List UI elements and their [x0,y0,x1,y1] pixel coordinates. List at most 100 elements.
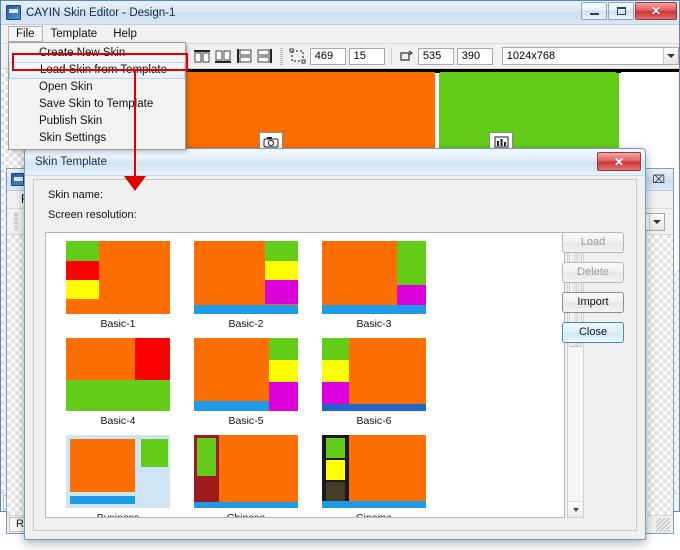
template-thumbnail[interactable] [194,338,298,411]
template-region [268,338,298,360]
file-menu-item-4[interactable]: Publish Skin [9,113,185,130]
annotation-leader-line [134,71,136,177]
scroll-down-button[interactable] [568,501,583,517]
template-item[interactable]: Basic-1 [56,241,180,330]
template-thumbnail[interactable] [322,241,426,314]
template-thumbnail[interactable] [66,338,170,411]
template-region [268,381,298,411]
file-menu-item-5[interactable]: Skin Settings [9,130,185,147]
close-button[interactable]: Close [562,322,624,343]
template-region [140,439,168,468]
template-region [396,284,426,306]
load-button: Load [562,232,624,253]
template-thumbnail[interactable] [66,435,170,508]
background-window-right-icon[interactable]: ⌧ [652,173,665,186]
template-region [264,280,298,304]
template-thumbnail[interactable] [66,241,170,314]
close-icon: ✕ [613,154,625,169]
template-region [194,305,298,314]
import-button[interactable]: Import [562,292,624,313]
file-menu-item-3[interactable]: Save Skin to Template [9,96,185,113]
template-region [264,241,298,261]
size-icon[interactable] [289,46,306,66]
window-title: CAYIN Skin Editor - Design-1 [26,6,176,19]
template-region [194,400,269,411]
template-region [197,437,216,476]
menu-template[interactable]: Template [43,26,106,42]
file-menu-item-0[interactable]: Create New Skin [9,45,185,62]
align-top-icon[interactable] [193,46,211,66]
template-region [66,279,100,300]
template-label: Chinese [226,512,266,518]
template-thumbnail[interactable] [194,435,298,508]
template-region [322,403,426,411]
dialog-title: Skin Template [35,156,108,168]
chevron-down-icon[interactable] [663,48,678,64]
close-button[interactable]: ✕ [635,2,677,20]
align-left-icon[interactable] [235,46,253,66]
template-label: Basic-1 [100,318,136,330]
align-right-icon[interactable] [256,46,274,66]
skin-template-dialog: Skin Template ✕ Skin name: Screen resolu… [24,148,646,540]
template-region [70,439,135,492]
file-dropdown-menu[interactable]: Create New Skin Load Skin from Template Op… [8,42,186,150]
template-thumbnail[interactable] [322,435,426,508]
template-thumbnail[interactable] [322,338,426,411]
template-label: Basic-4 [100,415,136,427]
application-icon [6,5,21,20]
resize-handle[interactable] [616,69,621,73]
position-y-field[interactable]: 15 [348,47,385,65]
screen-resolution-label: Screen resolution: [48,209,137,221]
dialog-close-button[interactable]: ✕ [597,152,641,171]
template-region [134,338,170,381]
resolution-combo[interactable]: 1024x768 [501,47,679,65]
template-region [66,241,100,262]
resize-handle[interactable] [435,69,440,73]
template-region [396,241,426,285]
template-item[interactable]: Basic-4 [56,338,180,427]
dialog-button-column: Load Delete Import Close [562,232,624,352]
template-label: Cinema [355,512,393,518]
resize-icon[interactable] [397,46,414,66]
template-label: Basic-6 [356,415,392,427]
skin-name-label: Skin name: [48,189,104,201]
resize-grip-icon[interactable] [656,517,670,532]
restore-button[interactable] [608,2,634,20]
file-menu-item-2[interactable]: Open Skin [9,79,185,96]
align-bottom-icon[interactable] [214,46,232,66]
template-item[interactable]: Basic-2 [184,241,308,330]
template-label: Business [96,512,140,518]
template-region [66,261,100,280]
height-field[interactable]: 390 [456,47,493,65]
window-controls: ✕ [580,2,677,20]
template-thumbnail[interactable] [194,241,298,314]
position-x-field[interactable]: 469 [309,47,346,65]
menu-file[interactable]: File [8,26,43,42]
main-titlebar: CAYIN Skin Editor - Design-1 ✕ [1,1,679,25]
screenshot-root: CAYIN Skin Editor - Design-1 ✕ File Temp… [0,0,680,550]
template-item[interactable]: Cinema [312,435,436,518]
template-region [66,380,170,411]
template-region [194,502,298,508]
template-item[interactable]: Basic-3 [312,241,436,330]
template-region [322,359,350,382]
template-item[interactable]: Chinese [184,435,308,518]
template-item[interactable]: Basic-5 [184,338,308,427]
template-region [322,305,426,314]
template-grid-panel[interactable]: Basic-1 Basic-2 Basic-3 Basic-4 Basic-5 Basic… [45,232,565,518]
template-item[interactable]: Basic-6 [312,338,436,427]
file-menu-item-1[interactable]: Load Skin from Template [9,62,185,79]
template-item[interactable]: Business [56,435,180,518]
width-field[interactable]: 535 [417,47,454,65]
template-region [322,500,426,508]
template-region [70,496,135,504]
template-region [326,459,345,481]
annotation-arrow-icon [124,176,146,191]
template-label: Basic-3 [356,318,392,330]
chevron-down-icon[interactable] [649,213,664,230]
menu-help[interactable]: Help [105,26,145,42]
minimize-button[interactable] [581,2,607,20]
close-icon: ✕ [650,4,662,18]
template-region [322,338,350,360]
template-label: Basic-2 [228,318,264,330]
